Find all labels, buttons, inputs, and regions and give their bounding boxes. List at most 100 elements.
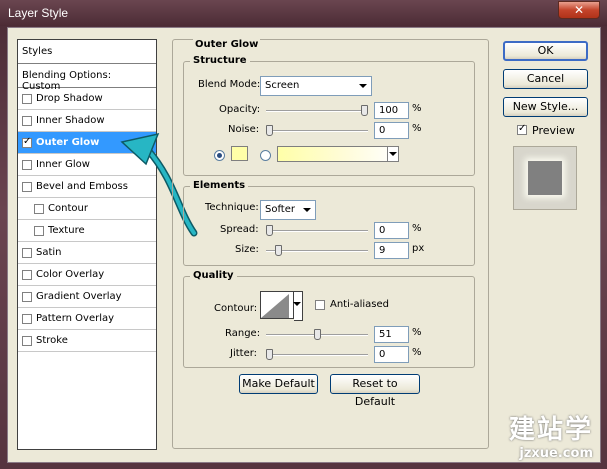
style-item-label: Color Overlay [36, 269, 105, 280]
size-input[interactable]: 9 [374, 242, 409, 259]
watermark-chinese-text: 建站学 [508, 415, 593, 445]
style-item-label: Contour [48, 203, 88, 214]
gradient-dropdown[interactable] [387, 147, 398, 161]
pattern-overlay-checkbox[interactable] [22, 313, 32, 324]
spread-unit: % [412, 223, 422, 234]
technique-value: Softer [265, 204, 295, 215]
opacity-unit: % [412, 103, 422, 114]
spread-label: Spread: [220, 224, 259, 235]
opacity-slider[interactable] [266, 105, 368, 116]
preview-thumbnail [528, 161, 562, 195]
style-item-label: Inner Shadow [36, 115, 105, 126]
jitter-slider-thumb[interactable] [266, 349, 273, 360]
contour-checkbox[interactable] [34, 203, 44, 214]
solid-color-radio[interactable] [214, 150, 225, 161]
close-button[interactable]: ✕ [558, 1, 600, 19]
texture-checkbox[interactable] [34, 225, 44, 236]
style-item-label: Outer Glow [36, 137, 100, 148]
chevron-down-icon [293, 302, 301, 306]
outer-glow-checkbox[interactable] [22, 136, 32, 148]
range-slider-thumb[interactable] [314, 329, 321, 340]
reset-default-button[interactable]: Reset to Default [330, 374, 420, 408]
style-item-label: Inner Glow [36, 159, 90, 170]
preview-label: Preview [532, 124, 575, 137]
ok-button[interactable]: OK [503, 41, 588, 61]
cancel-button[interactable]: Cancel [503, 69, 588, 89]
glow-color-swatch[interactable] [231, 146, 248, 161]
quality-group: Quality Contour: Anti-aliased Range: 51 … [183, 270, 475, 368]
opacity-input[interactable]: 100 [374, 102, 409, 119]
spread-slider[interactable] [266, 225, 368, 236]
size-slider-thumb[interactable] [275, 245, 282, 256]
noise-input[interactable]: 0 [374, 122, 409, 139]
spread-slider-thumb[interactable] [266, 225, 273, 236]
new-style-button[interactable]: New Style... [503, 97, 588, 117]
opacity-slider-thumb[interactable] [361, 105, 368, 116]
chevron-down-icon [359, 84, 367, 88]
watermark-url: jzxue.com [519, 446, 593, 461]
glow-gradient-swatch[interactable] [277, 146, 399, 162]
blending-options[interactable]: Blending Options: Custom [18, 64, 156, 92]
range-unit: % [412, 327, 422, 338]
style-item-label: Drop Shadow [36, 93, 103, 104]
opacity-label: Opacity: [219, 104, 261, 115]
style-item-stroke[interactable]: Stroke [18, 330, 156, 352]
jitter-input[interactable]: 0 [374, 346, 409, 363]
jitter-slider[interactable] [266, 349, 368, 360]
contour-dropdown[interactable] [293, 291, 303, 321]
range-label: Range: [225, 328, 261, 339]
style-item-gradient-overlay[interactable]: Gradient Overlay [18, 286, 156, 308]
style-item-color-overlay[interactable]: Color Overlay [18, 264, 156, 286]
noise-unit: % [412, 123, 422, 134]
gradient-overlay-checkbox[interactable] [22, 291, 32, 302]
blend-mode-select[interactable]: Screen [260, 76, 372, 96]
style-item-pattern-overlay[interactable]: Pattern Overlay [18, 308, 156, 330]
jitter-unit: % [412, 347, 422, 358]
blend-mode-value: Screen [265, 80, 300, 91]
noise-label: Noise: [228, 124, 260, 135]
noise-slider-thumb[interactable] [266, 125, 273, 136]
make-default-button[interactable]: Make Default [239, 374, 318, 394]
satin-checkbox[interactable] [22, 247, 32, 258]
elements-group: Elements Technique: Softer Spread: 0 % S… [183, 180, 475, 266]
style-item-label: Satin [36, 247, 62, 258]
structure-title: Structure [190, 55, 250, 66]
bevel-emboss-checkbox[interactable] [22, 181, 32, 192]
drop-shadow-checkbox[interactable] [22, 93, 32, 104]
styles-list: Styles Blending Options: Custom Drop Sha… [17, 39, 157, 450]
inner-shadow-checkbox[interactable] [22, 115, 32, 126]
quality-title: Quality [190, 270, 237, 281]
contour-label: Contour: [214, 303, 258, 314]
style-item-label: Stroke [36, 335, 68, 346]
contour-picker[interactable] [260, 291, 294, 319]
range-slider[interactable] [266, 329, 368, 340]
contour-curve-icon [261, 294, 289, 318]
technique-select[interactable]: Softer [260, 200, 316, 220]
watermark: 建站学 jzxue.com [509, 409, 593, 461]
style-preview [513, 146, 577, 210]
spread-input[interactable]: 0 [374, 222, 409, 239]
gradient-radio[interactable] [260, 150, 271, 161]
style-item-label: Pattern Overlay [36, 313, 115, 324]
dialog-body: Styles Blending Options: Custom Drop Sha… [7, 27, 601, 463]
styles-header[interactable]: Styles [18, 40, 156, 64]
inner-glow-checkbox[interactable] [22, 159, 32, 170]
elements-title: Elements [190, 180, 249, 191]
window-title: Layer Style [8, 6, 69, 20]
jitter-label: Jitter: [230, 348, 258, 359]
range-input[interactable]: 51 [374, 326, 409, 343]
chevron-down-icon [303, 208, 311, 212]
stroke-checkbox[interactable] [22, 335, 32, 346]
style-item-satin[interactable]: Satin [18, 242, 156, 264]
size-slider[interactable] [266, 245, 368, 256]
preview-checkbox[interactable] [517, 123, 527, 135]
style-item-label: Texture [48, 225, 85, 236]
anti-aliased-checkbox[interactable] [315, 300, 325, 310]
style-item-label: Gradient Overlay [36, 291, 122, 302]
noise-slider[interactable] [266, 125, 368, 136]
panel-title: Outer Glow [193, 39, 261, 50]
outer-glow-panel: Outer Glow Structure Blend Mode: Screen … [172, 39, 489, 449]
color-overlay-checkbox[interactable] [22, 269, 32, 280]
technique-label: Technique: [205, 202, 259, 213]
title-bar: Layer Style ✕ [0, 0, 607, 26]
